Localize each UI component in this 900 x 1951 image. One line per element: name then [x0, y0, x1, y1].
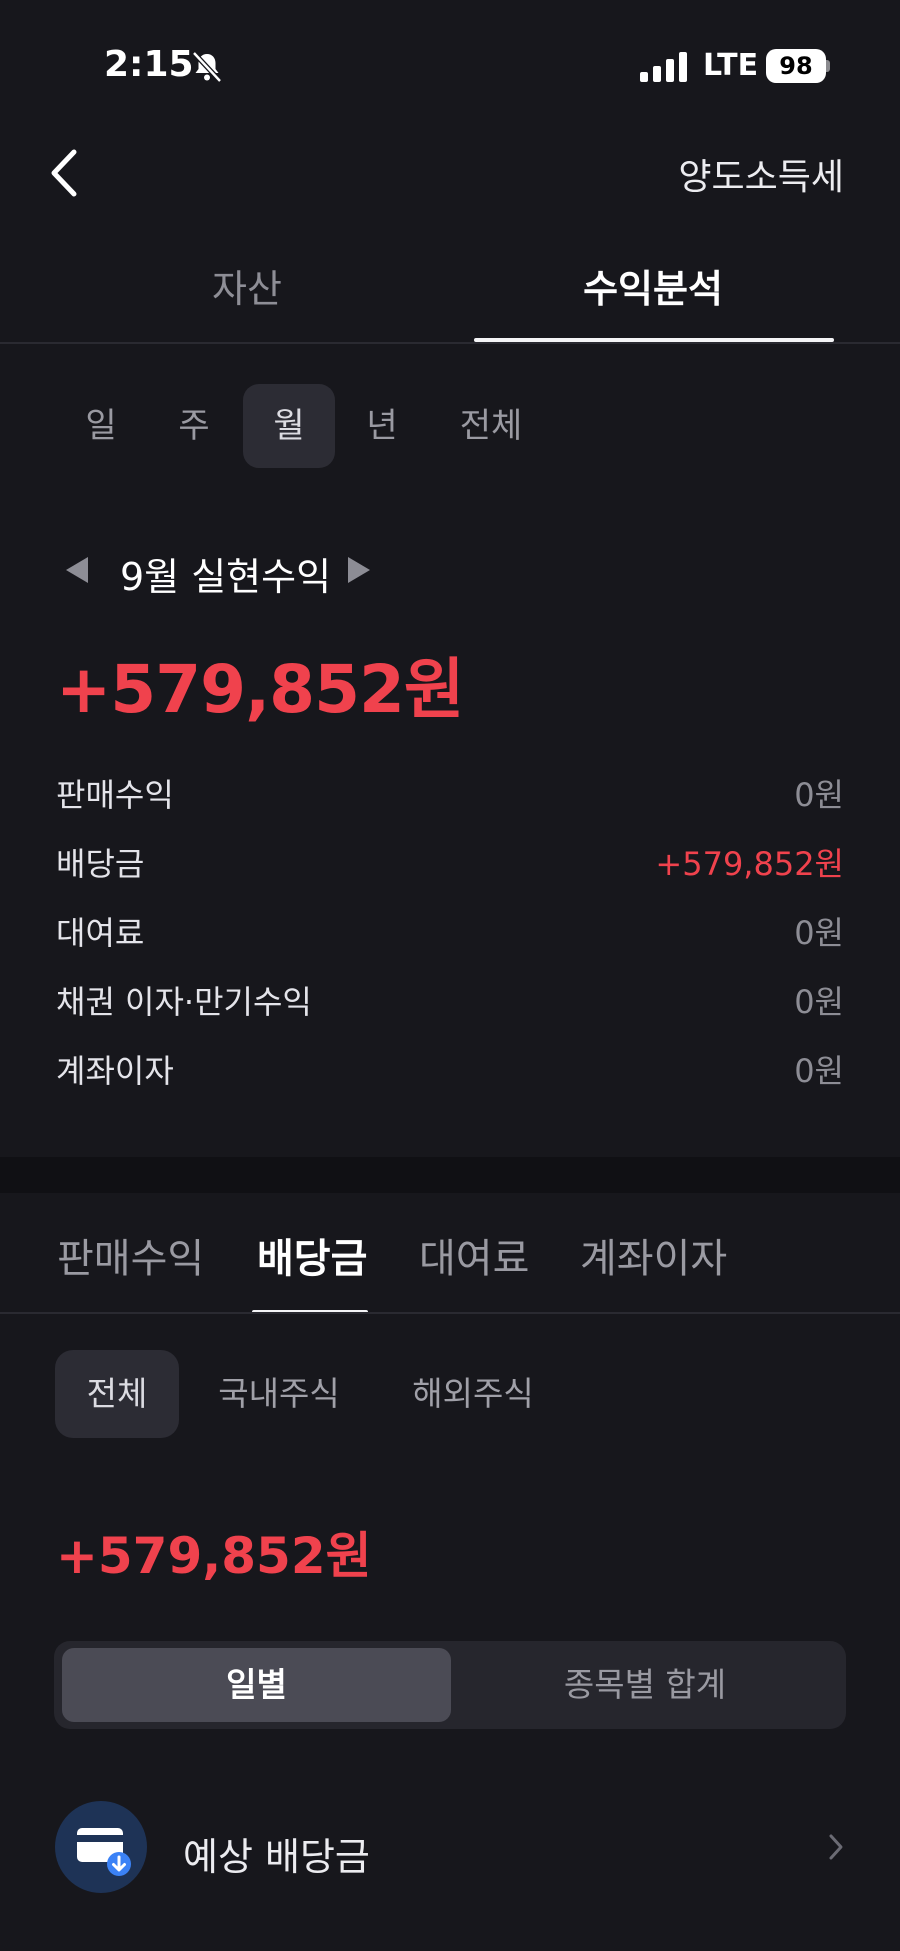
chevron-right-icon[interactable]	[826, 1832, 846, 1862]
subtab-divider	[0, 1312, 900, 1314]
market-domestic[interactable]: 국내주식	[204, 1350, 354, 1438]
period-year[interactable]: 년	[336, 384, 428, 468]
row-dividend-value: +579,852원	[655, 845, 844, 883]
battery-indicator: 98	[766, 49, 826, 83]
subtab-lending-fee[interactable]: 대여료	[419, 1226, 529, 1284]
subtab-dividend[interactable]: 배당금	[257, 1226, 367, 1284]
card-download-icon	[77, 1828, 131, 1876]
tab-divider	[0, 342, 900, 344]
row-bond-interest-label: 채권 이자·만기수익	[56, 983, 312, 1021]
section-separator	[0, 1157, 900, 1193]
period-day[interactable]: 일	[55, 384, 147, 468]
segment-daily[interactable]: 일별	[62, 1648, 451, 1722]
subtab-sales-profit[interactable]: 판매수익	[57, 1226, 204, 1284]
period-all[interactable]: 전체	[446, 384, 536, 468]
row-lending-fee-value: 0원	[794, 914, 844, 952]
segment-by-stock[interactable]: 종목별 합계	[451, 1648, 839, 1722]
period-week[interactable]: 주	[148, 384, 240, 468]
bell-off-icon	[192, 51, 222, 83]
row-sales-profit-label: 판매수익	[56, 776, 174, 814]
battery-nub	[826, 60, 830, 72]
period-month[interactable]: 월	[243, 384, 335, 468]
chevron-left-icon	[51, 149, 77, 197]
subtab-account-interest[interactable]: 계좌이자	[580, 1226, 727, 1284]
row-account-interest-label: 계좌이자	[56, 1052, 174, 1090]
market-overseas[interactable]: 해외주식	[398, 1350, 548, 1438]
status-time: 2:15	[104, 44, 194, 85]
tab-profit-analysis[interactable]: 수익분석	[503, 258, 803, 313]
next-month-icon[interactable]	[346, 555, 372, 585]
market-all[interactable]: 전체	[55, 1350, 179, 1438]
month-title: 9월 실현수익	[120, 555, 332, 599]
tab-assets[interactable]: 자산	[97, 258, 397, 313]
signal-icon	[640, 52, 687, 82]
row-bond-interest-value: 0원	[794, 983, 844, 1021]
row-dividend-label: 배당금	[56, 845, 145, 883]
back-button[interactable]	[44, 146, 88, 200]
row-lending-fee-label: 대여료	[56, 914, 145, 952]
row-sales-profit-value: 0원	[794, 776, 844, 814]
capital-gains-tax-link[interactable]: 양도소득세	[678, 148, 844, 200]
expected-dividend-icon-circle	[55, 1801, 147, 1893]
network-type: LTE	[703, 48, 759, 83]
prev-month-icon[interactable]	[64, 555, 90, 585]
dividend-amount: +579,852원	[56, 1527, 372, 1585]
row-account-interest-value: 0원	[794, 1052, 844, 1090]
total-realized-profit: +579,852원	[56, 651, 465, 728]
expected-dividend-label[interactable]: 예상 배당금	[183, 1826, 370, 1881]
